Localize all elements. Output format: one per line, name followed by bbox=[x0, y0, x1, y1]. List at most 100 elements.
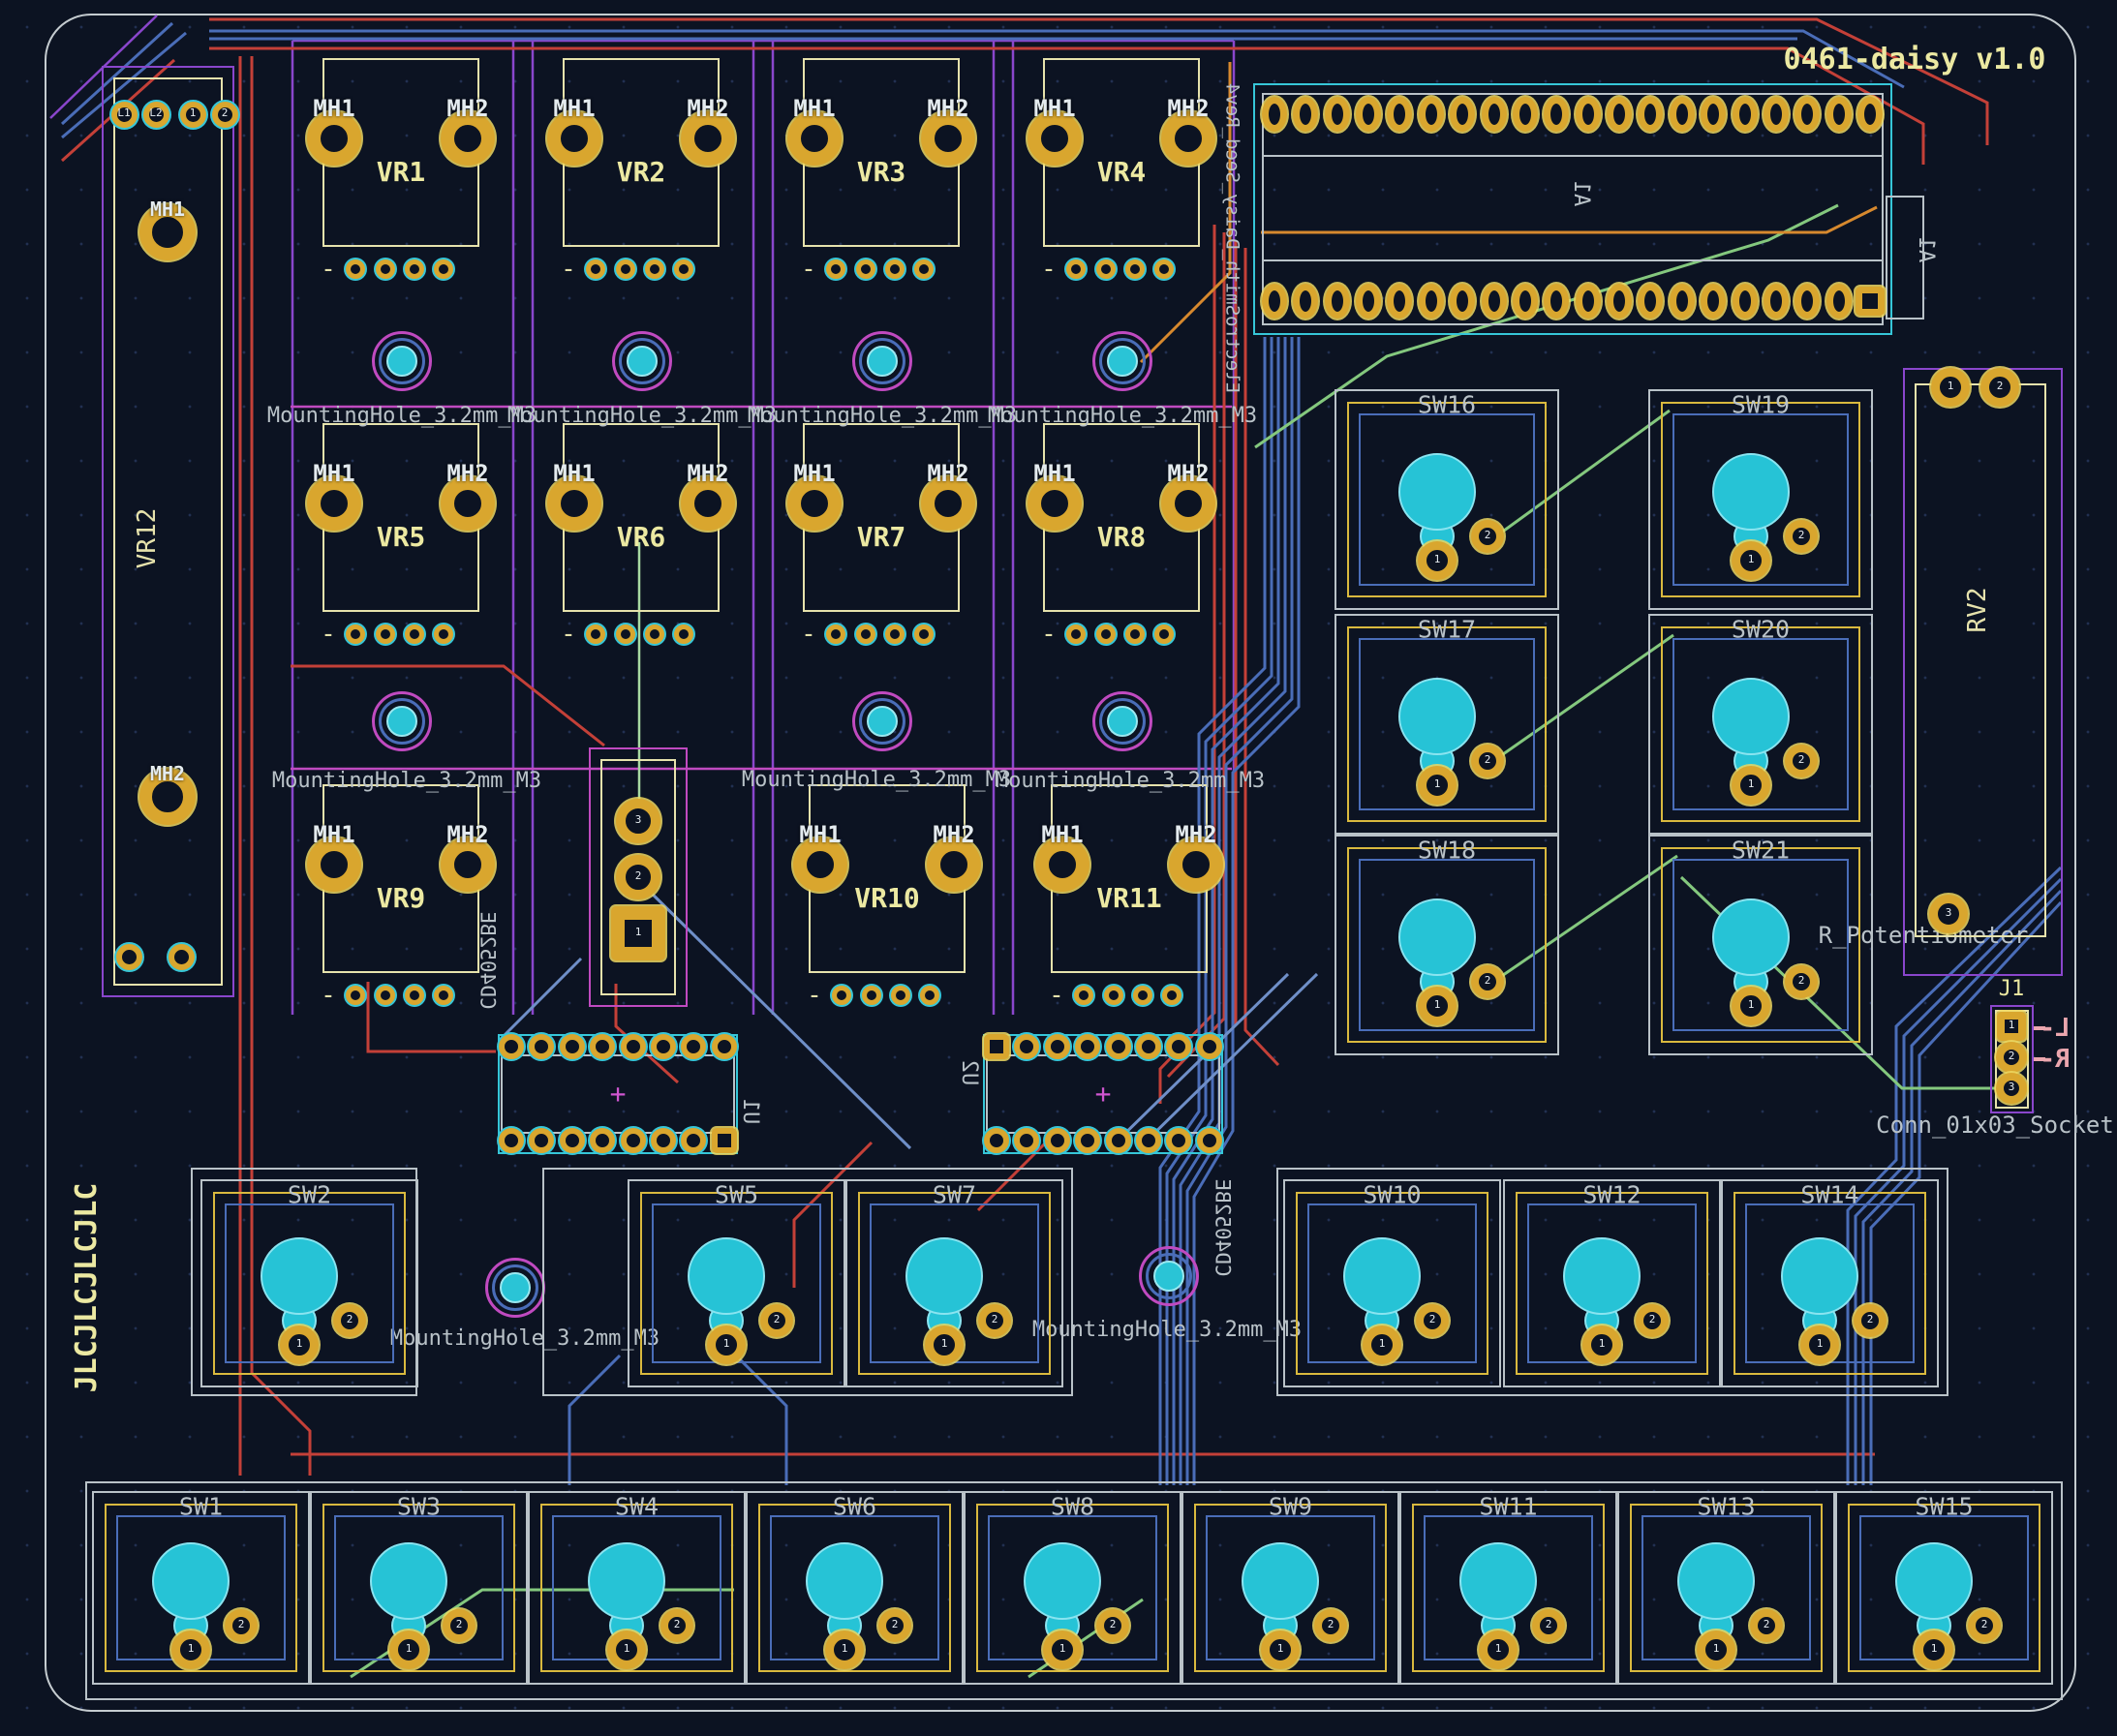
dip-pad[interactable] bbox=[1045, 1034, 1070, 1059]
vr-pin-pad[interactable] bbox=[891, 986, 910, 1005]
dip-pad[interactable] bbox=[621, 1034, 646, 1059]
daisy-pad-bottom[interactable] bbox=[1482, 284, 1507, 319]
vr-pin-pad[interactable] bbox=[645, 624, 664, 644]
daisy-pad-top[interactable] bbox=[1733, 97, 1758, 132]
daisy-pad-top[interactable] bbox=[1764, 97, 1789, 132]
hole-drill[interactable] bbox=[386, 346, 417, 377]
daisy-pad-top[interactable] bbox=[1325, 97, 1350, 132]
vr-pin-pad[interactable] bbox=[674, 259, 693, 279]
daisy-pad-bottom[interactable] bbox=[1419, 284, 1444, 319]
dip-pad[interactable] bbox=[712, 1034, 737, 1059]
vr-pin-pad[interactable] bbox=[1125, 259, 1145, 279]
dip-pad[interactable] bbox=[1197, 1034, 1222, 1059]
dip-pad[interactable] bbox=[1106, 1128, 1131, 1153]
dip-socket[interactable] bbox=[983, 1034, 1223, 1154]
dip-pad[interactable] bbox=[651, 1128, 676, 1153]
vr-pin-pad[interactable] bbox=[1162, 986, 1181, 1005]
vr-pin-pad[interactable] bbox=[376, 624, 395, 644]
switch-module[interactable]: 12SW20 bbox=[1648, 614, 1873, 835]
hole-drill[interactable] bbox=[386, 706, 417, 737]
daisy-pad-top[interactable] bbox=[1607, 97, 1632, 132]
dip-pad[interactable] bbox=[560, 1128, 585, 1153]
dip-pad[interactable] bbox=[1045, 1128, 1070, 1153]
daisy-pad-bottom[interactable] bbox=[1670, 284, 1695, 319]
dip-pad[interactable] bbox=[499, 1034, 524, 1059]
daisy-pad-bottom[interactable] bbox=[1325, 284, 1350, 319]
daisy-pad-bottom[interactable] bbox=[1513, 284, 1538, 319]
vr-pin-pad[interactable] bbox=[616, 624, 635, 644]
vr-pin-pad[interactable] bbox=[346, 259, 365, 279]
daisy-pad-top[interactable] bbox=[1826, 97, 1852, 132]
vr-pin-pad[interactable] bbox=[376, 259, 395, 279]
daisy-pad-bottom[interactable] bbox=[1356, 284, 1381, 319]
hole-drill[interactable] bbox=[867, 706, 898, 737]
vr-pin-pad[interactable] bbox=[434, 624, 453, 644]
dip-pad[interactable] bbox=[1136, 1034, 1161, 1059]
dip-pad[interactable] bbox=[712, 1128, 737, 1153]
vr-pin-pad[interactable] bbox=[1066, 259, 1086, 279]
dip-pad[interactable] bbox=[1136, 1128, 1161, 1153]
daisy-pad-bottom[interactable] bbox=[1733, 284, 1758, 319]
switch-module[interactable]: 12SW21 bbox=[1648, 835, 1873, 1055]
dip-pad[interactable] bbox=[984, 1128, 1009, 1153]
daisy-pad-top[interactable] bbox=[1482, 97, 1507, 132]
vr12-module[interactable]: L1L212MH1MH2 bbox=[102, 66, 234, 997]
vr-pin-pad[interactable] bbox=[1154, 259, 1174, 279]
vr-module[interactable]: MH1MH2VR4- bbox=[1043, 58, 1200, 247]
vr-pin-pad[interactable] bbox=[914, 624, 934, 644]
vr-pin-pad[interactable] bbox=[645, 259, 664, 279]
hole-drill[interactable] bbox=[867, 346, 898, 377]
dip-socket[interactable] bbox=[498, 1034, 738, 1154]
vr-pin-pad[interactable] bbox=[1096, 259, 1116, 279]
vr-pin-pad[interactable] bbox=[1096, 624, 1116, 644]
hole-drill[interactable] bbox=[1107, 706, 1138, 737]
vr-pin-pad[interactable] bbox=[914, 259, 934, 279]
daisy-pad-bottom[interactable] bbox=[1576, 284, 1601, 319]
vr-pin-pad[interactable] bbox=[376, 986, 395, 1005]
vr-pin-pad[interactable] bbox=[1133, 986, 1152, 1005]
vr-module[interactable]: MH1MH2VR1- bbox=[322, 58, 479, 247]
vr-pin-pad[interactable] bbox=[1066, 624, 1086, 644]
vr-pin-pad[interactable] bbox=[826, 624, 845, 644]
vr-pin-pad[interactable] bbox=[405, 986, 424, 1005]
rv1-trimmer[interactable]: 321 bbox=[589, 747, 688, 1007]
hole-drill[interactable] bbox=[500, 1272, 531, 1303]
daisy-pad-top[interactable] bbox=[1701, 97, 1726, 132]
daisy-pad-bottom[interactable] bbox=[1262, 284, 1287, 319]
vr-module[interactable]: MH1MH2VR7- bbox=[803, 423, 960, 612]
daisy-pad-top[interactable] bbox=[1262, 97, 1287, 132]
vr-module[interactable]: MH1MH2VR10- bbox=[809, 784, 966, 973]
switch-module[interactable]: 12SW17 bbox=[1335, 614, 1559, 835]
daisy-pad-bottom[interactable] bbox=[1826, 284, 1852, 319]
dip-pad[interactable] bbox=[984, 1034, 1009, 1059]
vr-pin-pad[interactable] bbox=[405, 259, 424, 279]
vr-module[interactable]: MH1MH2VR5- bbox=[322, 423, 479, 612]
vr-pin-pad[interactable] bbox=[885, 259, 905, 279]
daisy-pad-bottom[interactable] bbox=[1764, 284, 1789, 319]
daisy-pad-bottom[interactable] bbox=[1701, 284, 1726, 319]
switch-module[interactable]: 12SW19 bbox=[1648, 389, 1873, 610]
vr-pin-pad[interactable] bbox=[586, 624, 605, 644]
vr-pin-pad[interactable] bbox=[856, 259, 875, 279]
dip-pad[interactable] bbox=[499, 1128, 524, 1153]
daisy-pad-top[interactable] bbox=[1513, 97, 1538, 132]
dip-pad[interactable] bbox=[651, 1034, 676, 1059]
vr-pin-pad[interactable] bbox=[405, 624, 424, 644]
vr12-bottom-pad[interactable] bbox=[169, 944, 195, 970]
dip-pad[interactable] bbox=[1106, 1034, 1131, 1059]
dip-pad[interactable] bbox=[1075, 1128, 1100, 1153]
dip-pad[interactable] bbox=[1075, 1034, 1100, 1059]
vr-pin-pad[interactable] bbox=[434, 259, 453, 279]
switch-module[interactable]: 12SW18 bbox=[1335, 835, 1559, 1055]
vr-pin-pad[interactable] bbox=[616, 259, 635, 279]
vr-module[interactable]: MH1MH2VR2- bbox=[563, 58, 720, 247]
vr-pin-pad[interactable] bbox=[1154, 624, 1174, 644]
daisy-pad-top[interactable] bbox=[1857, 97, 1883, 132]
vr-pin-pad[interactable] bbox=[832, 986, 851, 1005]
vr-module[interactable]: MH1MH2VR8- bbox=[1043, 423, 1200, 612]
vr-pin-pad[interactable] bbox=[885, 624, 905, 644]
vr-pin-pad[interactable] bbox=[586, 259, 605, 279]
daisy-pad-top[interactable] bbox=[1419, 97, 1444, 132]
daisy-pad-bottom[interactable] bbox=[1607, 284, 1632, 319]
vr-pin-pad[interactable] bbox=[826, 259, 845, 279]
